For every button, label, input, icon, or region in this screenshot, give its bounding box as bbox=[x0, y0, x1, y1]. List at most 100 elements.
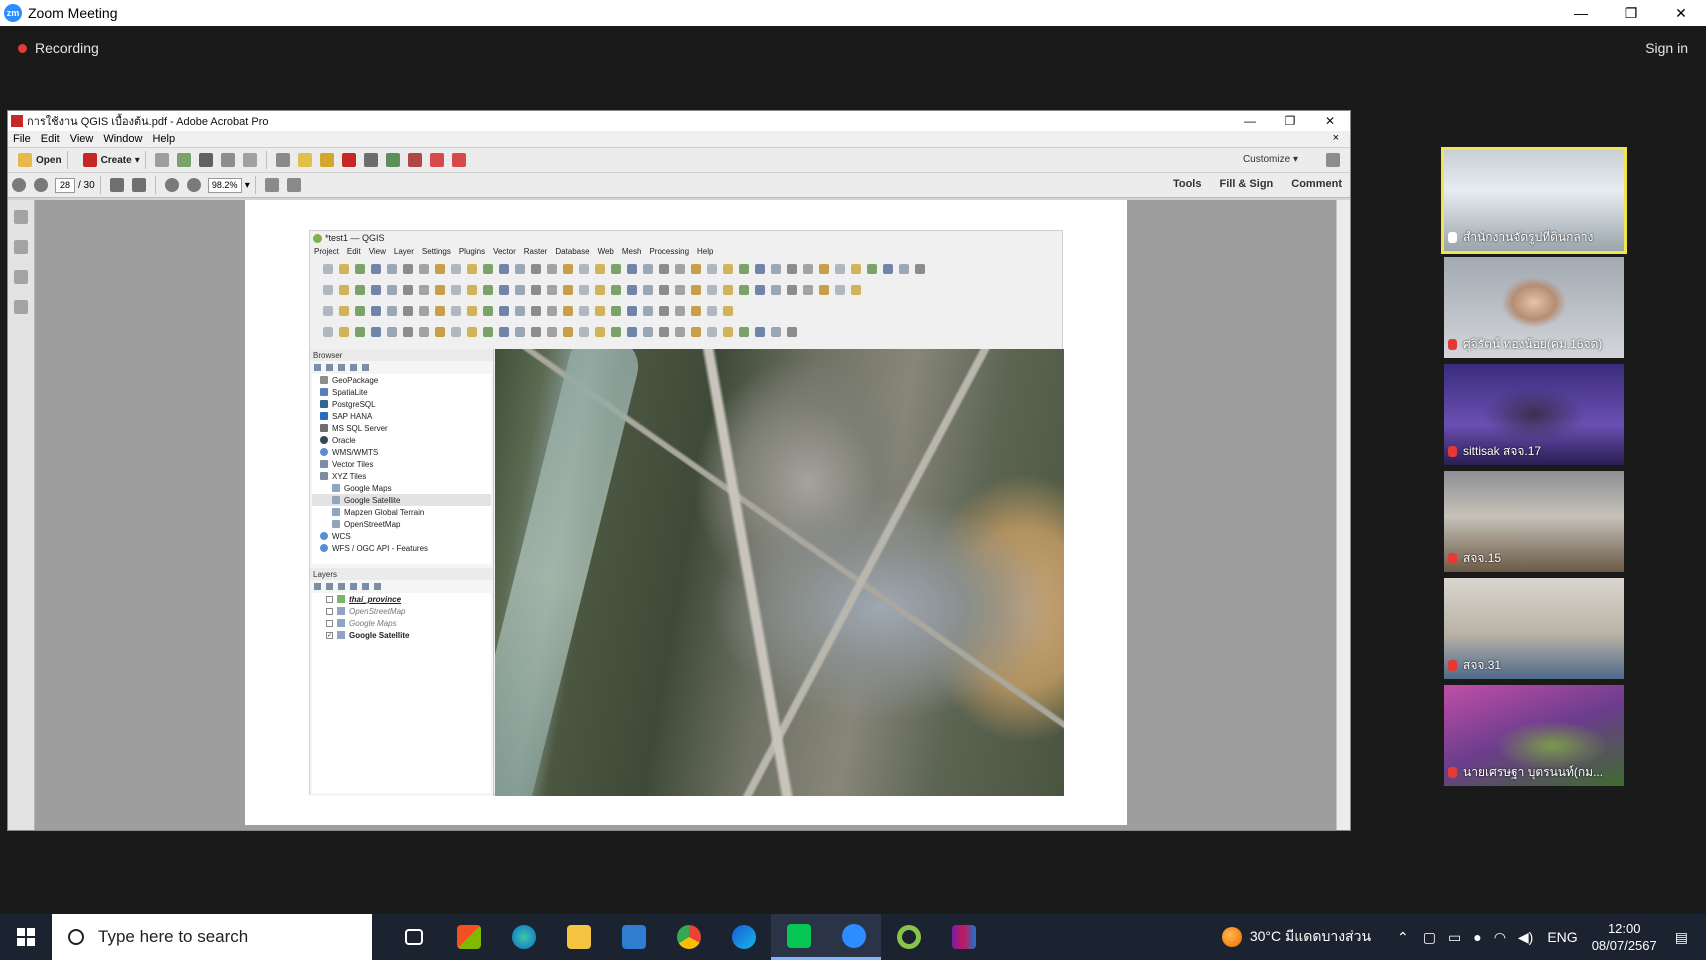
zoom-in-icon[interactable] bbox=[186, 178, 201, 192]
file-explorer-button[interactable] bbox=[551, 914, 606, 960]
mail-button[interactable] bbox=[606, 914, 661, 960]
participant-tile[interactable]: สำนักงานจัดรูปที่ดินกลาง bbox=[1441, 147, 1627, 254]
qgis-menu-bar: Project Edit View Layer Settings Plugins… bbox=[310, 245, 1062, 258]
weather-icon[interactable] bbox=[1221, 927, 1242, 947]
organize-icon[interactable] bbox=[385, 153, 400, 167]
sign-in-button[interactable]: Sign in bbox=[1645, 40, 1688, 56]
map-canvas bbox=[495, 349, 1064, 796]
export-pdf-icon[interactable] bbox=[341, 153, 356, 167]
menu-help[interactable]: Help bbox=[152, 133, 175, 145]
participant-tile[interactable]: สจจ.31 bbox=[1444, 578, 1624, 679]
start-button[interactable] bbox=[0, 914, 52, 960]
expand-icon[interactable] bbox=[1326, 153, 1340, 167]
bookmarks-icon[interactable] bbox=[14, 240, 28, 254]
close-button[interactable]: ✕ bbox=[1656, 0, 1706, 26]
weather-text[interactable]: 30°C มีแดดบางส่วน bbox=[1250, 926, 1371, 948]
select-tool-icon[interactable] bbox=[109, 178, 124, 192]
recording-label[interactable]: Recording bbox=[35, 40, 99, 56]
create-button[interactable]: Create ▾ bbox=[79, 153, 140, 167]
document-close-icon[interactable]: × bbox=[1333, 132, 1339, 144]
line-button[interactable] bbox=[771, 914, 826, 960]
task-view-button[interactable] bbox=[386, 914, 441, 960]
zoom-out-icon[interactable] bbox=[164, 178, 179, 192]
webex-icon bbox=[731, 925, 756, 949]
sign-icon[interactable] bbox=[429, 153, 444, 167]
edit-icon[interactable] bbox=[220, 153, 235, 167]
tab-comment[interactable]: Comment bbox=[1291, 178, 1342, 190]
menu-edit[interactable]: Edit bbox=[41, 133, 60, 145]
combine-icon[interactable] bbox=[363, 153, 378, 167]
wifi-icon[interactable]: ◠ bbox=[1494, 929, 1506, 946]
layer-checkbox bbox=[326, 595, 333, 603]
vertical-scrollbar[interactable] bbox=[1336, 200, 1350, 830]
pages-panel-icon[interactable] bbox=[14, 210, 28, 224]
print-icon[interactable] bbox=[198, 153, 213, 167]
taskbar-search-box[interactable]: Type here to search bbox=[52, 914, 372, 960]
participant-name: นายเศรษฐา บุตรนนท์(กม... bbox=[1448, 763, 1603, 782]
pdf-icon bbox=[11, 115, 23, 127]
clock-time: 12:00 bbox=[1607, 921, 1641, 936]
winrar-button[interactable] bbox=[936, 914, 991, 960]
open-button[interactable]: Open bbox=[14, 153, 62, 167]
settings-icon[interactable] bbox=[275, 153, 290, 167]
page-down-icon[interactable] bbox=[34, 178, 48, 192]
chrome-button[interactable] bbox=[661, 914, 716, 960]
participant-tile[interactable]: sittisak สจจ.17 bbox=[1444, 364, 1624, 465]
fit-page-icon[interactable] bbox=[286, 178, 301, 192]
mail-icon bbox=[621, 925, 646, 949]
acrobat-minimize-button[interactable]: — bbox=[1230, 111, 1270, 131]
meet-now-icon[interactable]: ▢ bbox=[1423, 929, 1436, 946]
zoom-button[interactable] bbox=[826, 914, 881, 960]
menu-window[interactable]: Window bbox=[103, 133, 142, 145]
protect-icon[interactable] bbox=[407, 153, 422, 167]
tab-fill-sign[interactable]: Fill & Sign bbox=[1219, 178, 1273, 190]
participant-tile[interactable]: สจจ.15 bbox=[1444, 471, 1624, 572]
layers-panel-title: Layers bbox=[310, 568, 493, 580]
customize-button[interactable]: Customize ▾ bbox=[1243, 154, 1298, 165]
qgis-tool-icon bbox=[387, 263, 397, 274]
notifications-icon[interactable]: ▤ bbox=[1675, 929, 1688, 946]
stamp-icon[interactable] bbox=[319, 153, 334, 167]
qgis-tool-icon bbox=[675, 263, 685, 274]
browser-tree: GeoPackage SpatiaLite PostgreSQL SAP HAN… bbox=[312, 374, 491, 564]
restore-button[interactable]: ❐ bbox=[1606, 0, 1656, 26]
hand-tool-icon[interactable] bbox=[131, 178, 146, 192]
page-up-icon[interactable] bbox=[12, 178, 26, 192]
acrobat-restore-button[interactable]: ❐ bbox=[1270, 111, 1310, 131]
mic-icon bbox=[1448, 232, 1457, 243]
email-icon[interactable] bbox=[242, 153, 257, 167]
chevron-up-icon[interactable]: ⌃ bbox=[1397, 929, 1409, 946]
fill-sign-icon[interactable] bbox=[451, 153, 466, 167]
fit-width-icon[interactable] bbox=[264, 178, 279, 192]
comment-icon[interactable] bbox=[297, 153, 312, 167]
minimize-button[interactable]: — bbox=[1556, 0, 1606, 26]
expand-icon bbox=[350, 583, 357, 590]
edge-button[interactable] bbox=[496, 914, 551, 960]
page-number-input[interactable]: 28 bbox=[55, 177, 75, 193]
zoom-level-input[interactable]: 98.2% bbox=[207, 177, 242, 193]
signatures-icon[interactable] bbox=[14, 270, 28, 284]
input-language[interactable]: ENG bbox=[1547, 929, 1577, 945]
search-placeholder: Type here to search bbox=[98, 927, 249, 946]
participant-tile[interactable]: นายเศรษฐา บุตรนนท์(กม... bbox=[1444, 685, 1624, 786]
participant-tile[interactable]: ศุจิรัตน์ ทองน้อย(คม.16จด) bbox=[1444, 257, 1624, 358]
zoom-dropdown-icon[interactable]: ▾ bbox=[245, 180, 250, 191]
volume-icon[interactable]: ◀) bbox=[1518, 929, 1533, 946]
upload-icon[interactable] bbox=[176, 153, 191, 167]
create-pdf-icon bbox=[82, 153, 97, 167]
qgis-tool-icon bbox=[499, 326, 509, 337]
tab-tools[interactable]: Tools bbox=[1173, 178, 1202, 190]
menu-view[interactable]: View bbox=[70, 133, 94, 145]
clock[interactable]: 12:00 08/07/2567 bbox=[1592, 920, 1657, 954]
save-icon[interactable] bbox=[154, 153, 169, 167]
microsoft-store-button[interactable] bbox=[441, 914, 496, 960]
qgis-button[interactable] bbox=[881, 914, 936, 960]
qgis-tool-icon bbox=[627, 284, 637, 295]
battery-icon[interactable]: ▭ bbox=[1448, 929, 1461, 946]
menu-file[interactable]: File bbox=[13, 133, 31, 145]
microphone-icon[interactable]: ● bbox=[1473, 929, 1481, 945]
webex-button[interactable] bbox=[716, 914, 771, 960]
acrobat-close-button[interactable]: ✕ bbox=[1310, 111, 1350, 131]
qgis-tool-icon bbox=[451, 326, 461, 337]
attachments-icon[interactable] bbox=[14, 300, 28, 314]
